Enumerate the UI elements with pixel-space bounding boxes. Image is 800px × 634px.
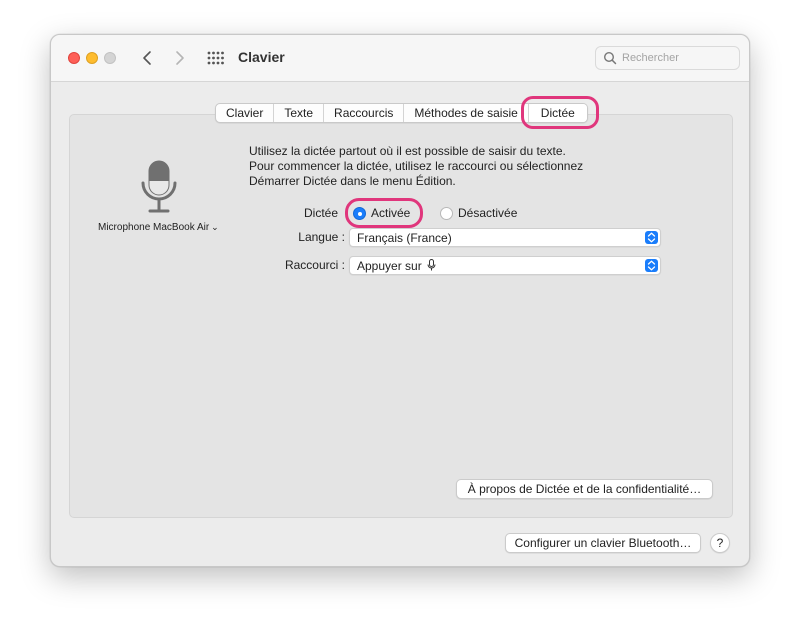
- configure-bluetooth-keyboard-button[interactable]: Configurer un clavier Bluetooth…: [505, 533, 701, 553]
- microphone-key-icon: [427, 259, 436, 271]
- microphone-label: Microphone MacBook Air: [98, 222, 210, 233]
- raccourci-value-text: Appuyer sur: [357, 259, 422, 273]
- dictation-description: Utilisez la dictée partout où il est pos…: [249, 144, 669, 189]
- title-bar: Clavier: [51, 35, 749, 82]
- forward-button[interactable]: [170, 47, 190, 69]
- close-window-button[interactable]: [68, 52, 80, 64]
- search-field[interactable]: [595, 46, 740, 70]
- dictee-label: Dictée: [303, 206, 338, 220]
- back-button[interactable]: [137, 47, 157, 69]
- search-icon: [603, 51, 617, 65]
- updown-arrows-icon: [645, 259, 658, 272]
- langue-label: Langue :: [298, 230, 345, 244]
- tab-texte[interactable]: Texte: [274, 104, 325, 122]
- grid-icon: [207, 51, 224, 65]
- tab-clavier[interactable]: Clavier: [216, 104, 275, 122]
- langue-select[interactable]: Français (France): [349, 228, 661, 247]
- chevron-down-icon: ⌄: [211, 222, 219, 232]
- tab-raccourcis[interactable]: Raccourcis: [324, 104, 405, 122]
- raccourci-select[interactable]: Appuyer sur: [349, 256, 661, 275]
- updown-arrows-icon: [645, 231, 658, 244]
- chevron-left-icon: [143, 51, 151, 65]
- window-title: Clavier: [238, 49, 285, 65]
- preferences-window: Clavier Clavier Texte Raccourcis Méthode…: [50, 34, 750, 567]
- description-line-2: Pour commencer la dictée, utilisez le ra…: [249, 159, 584, 173]
- radio-desactivee[interactable]: [440, 207, 453, 220]
- zoom-window-button[interactable]: [104, 52, 116, 64]
- show-all-button[interactable]: [207, 51, 224, 65]
- microphone-icon: [139, 159, 179, 224]
- description-line-3: Démarrer Dictée dans le menu Édition.: [249, 174, 456, 188]
- radio-highlight-annotation: [345, 198, 423, 228]
- minimize-window-button[interactable]: [86, 52, 98, 64]
- langue-value: Français (France): [357, 231, 452, 245]
- chevron-right-icon: [176, 51, 184, 65]
- tab-highlight-annotation: [521, 96, 599, 129]
- search-input[interactable]: [622, 49, 734, 67]
- about-dictation-button[interactable]: À propos de Dictée et de la confidential…: [456, 479, 713, 499]
- description-line-1: Utilisez la dictée partout où il est pos…: [249, 144, 566, 158]
- tab-methodes-de-saisie[interactable]: Méthodes de saisie: [404, 104, 529, 122]
- raccourci-value: Appuyer sur: [357, 259, 436, 273]
- raccourci-label: Raccourci :: [284, 258, 345, 272]
- help-button[interactable]: ?: [710, 533, 730, 553]
- radio-desactivee-label[interactable]: Désactivée: [458, 206, 517, 220]
- microphone-selector[interactable]: Microphone MacBook Air ⌄: [98, 222, 219, 233]
